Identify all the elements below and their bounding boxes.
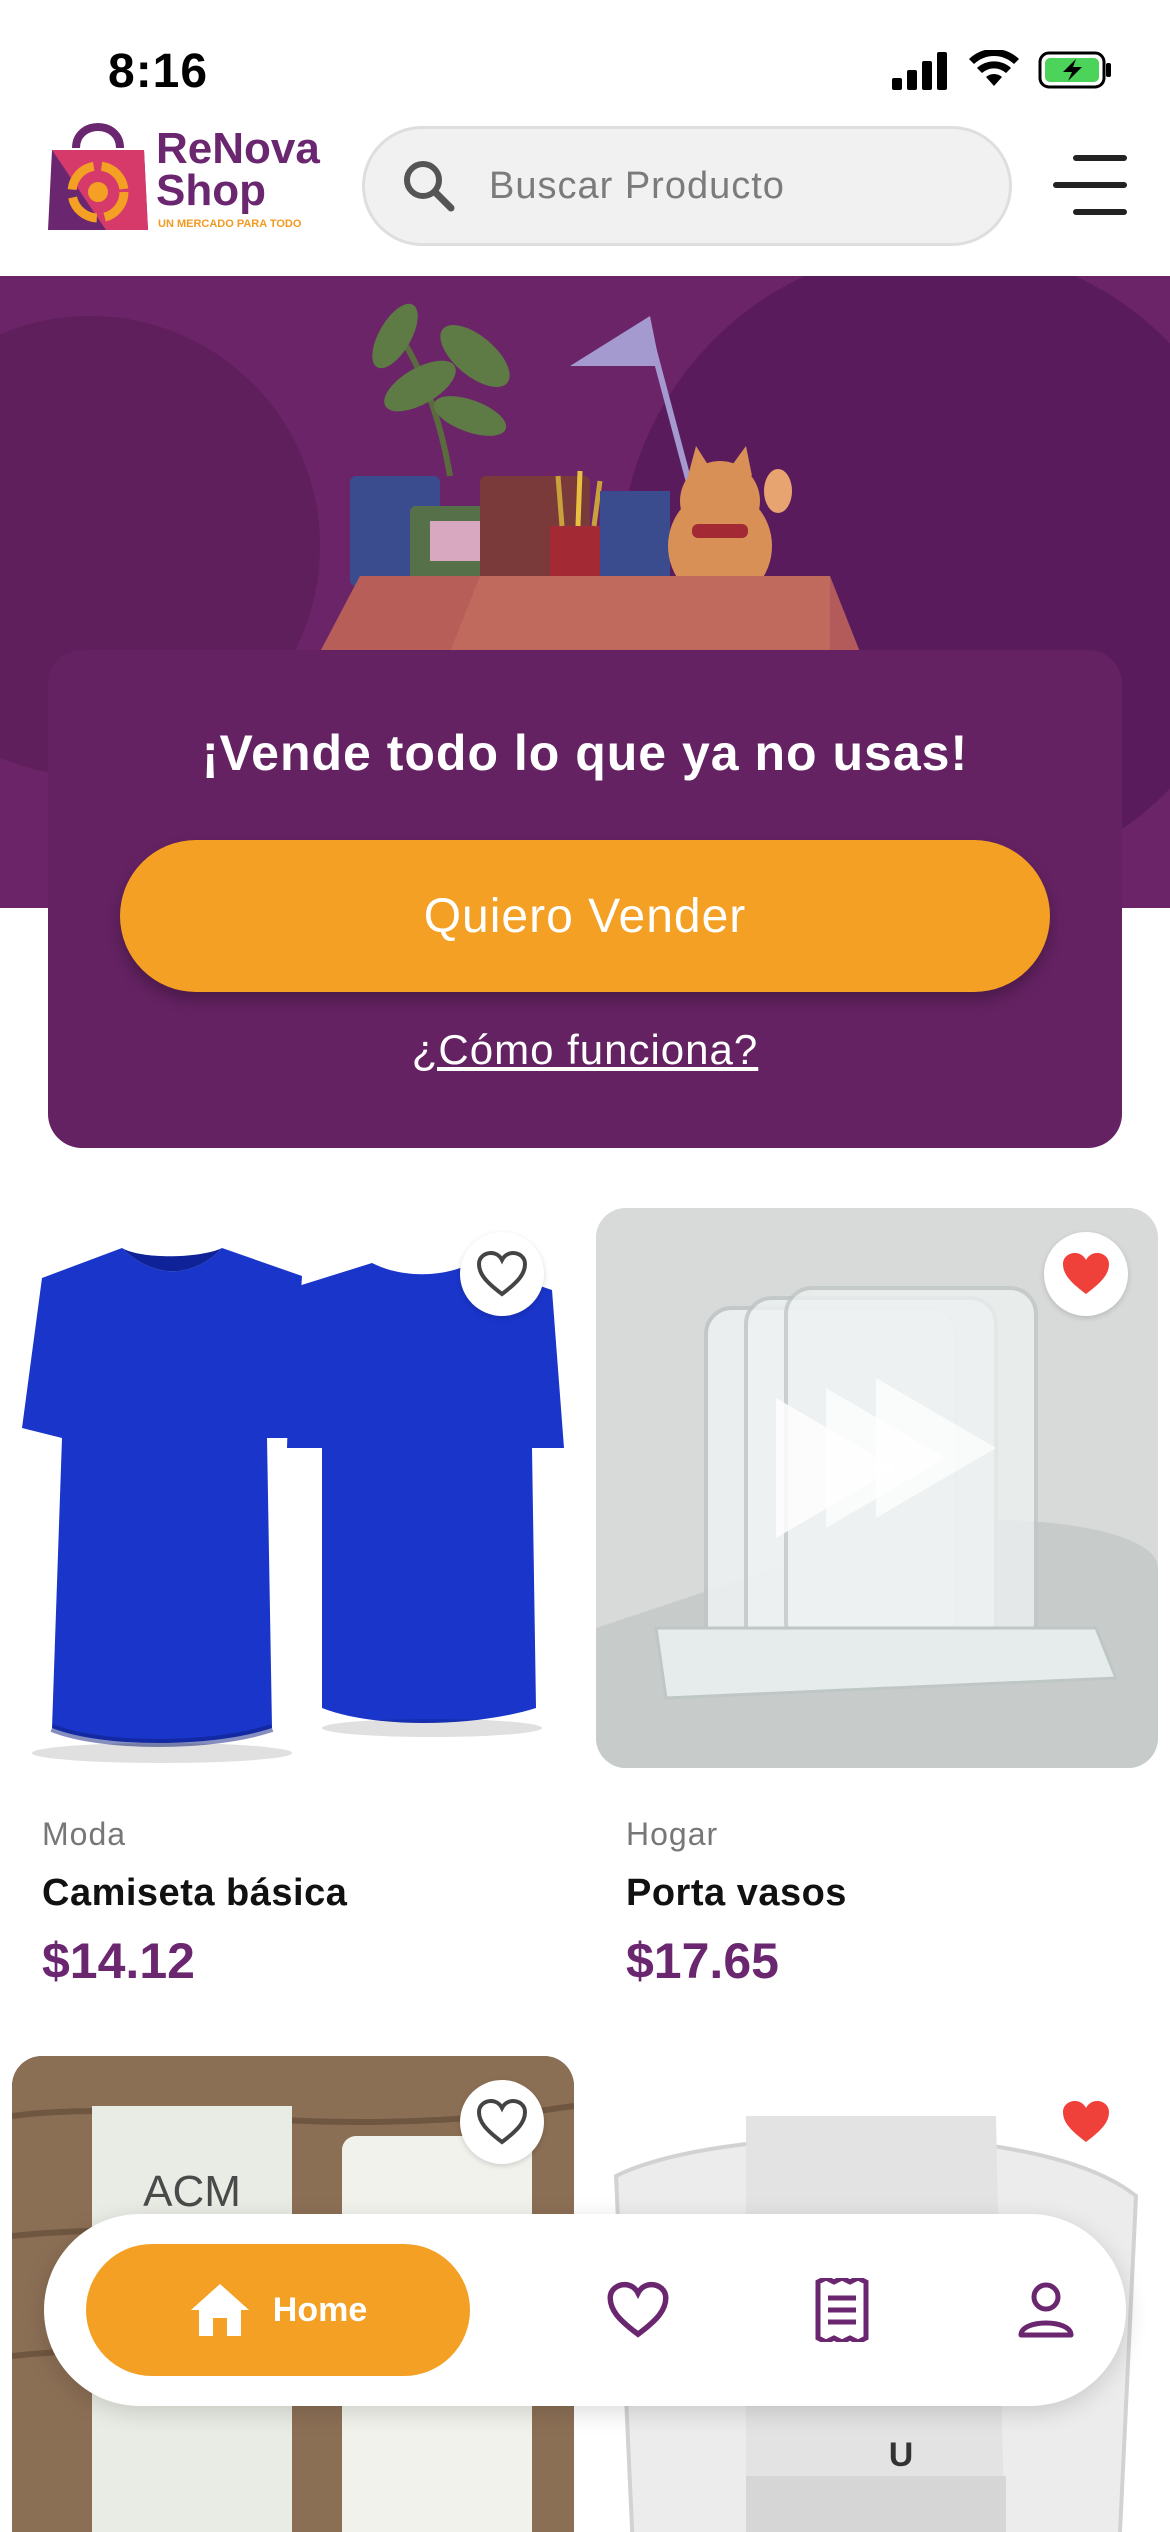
status-bar: 8:16 <box>0 0 1170 120</box>
nav-orders-button[interactable] <box>800 2268 884 2352</box>
sell-promo-card: ¡Vende todo lo que ya no usas! Quiero Ve… <box>48 650 1122 1148</box>
svg-text:ACM: ACM <box>143 2167 241 2216</box>
nav-profile-button[interactable] <box>1004 2268 1088 2352</box>
heart-filled-icon <box>1063 1253 1109 1294</box>
search-bar[interactable] <box>362 126 1012 246</box>
logo-line-2: Shop <box>156 166 266 215</box>
hamburger-menu-icon[interactable] <box>1052 150 1128 220</box>
heart-outline-icon <box>607 2281 669 2338</box>
cellular-signal-icon <box>892 52 947 90</box>
status-icons <box>892 50 1114 90</box>
logo-line-1: ReNova <box>156 124 320 173</box>
nav-home-button[interactable]: Home <box>86 2244 470 2376</box>
moving-box-illustration <box>320 303 860 652</box>
logo-tagline: UN MERCADO PARA TODO <box>158 218 302 230</box>
app-header: ReNova Shop UN MERCADO PARA TODO <box>0 110 1170 276</box>
logo-wordmark: ReNova Shop <box>156 124 320 215</box>
nav-home-label: Home <box>272 2290 368 2329</box>
home-icon <box>190 2284 249 2336</box>
svg-text:U: U <box>889 2436 914 2474</box>
heart-outline-icon <box>476 1250 528 1297</box>
favorite-button[interactable] <box>460 1232 544 1316</box>
bottom-navigation: Home <box>44 2214 1126 2406</box>
product-price: $14.12 <box>42 1933 195 1989</box>
product-card[interactable]: Hogar Porta vasos $17.65 <box>596 1208 1158 2008</box>
search-input[interactable] <box>489 164 969 208</box>
product-category: Hogar <box>626 1816 719 1852</box>
product-price: $17.65 <box>626 1933 779 1989</box>
heart-outline-icon <box>476 2098 528 2145</box>
receipt-icon <box>815 2278 869 2342</box>
product-category: Moda <box>42 1816 127 1852</box>
como-funciona-link[interactable]: ¿Cómo funciona? <box>48 1026 1122 1074</box>
status-time: 8:16 <box>108 45 209 98</box>
product-card[interactable]: Moda Camiseta básica $14.12 <box>12 1208 574 2008</box>
favorite-button[interactable] <box>1044 2080 1128 2164</box>
wifi-icon <box>969 50 1019 86</box>
product-name: Porta vasos <box>626 1872 847 1914</box>
product-name: Camiseta básica <box>42 1872 348 1914</box>
favorite-button[interactable] <box>1044 1232 1128 1316</box>
promo-title: ¡Vende todo lo que ya no usas! <box>201 725 969 781</box>
quiero-vender-button[interactable]: Quiero Vender <box>120 840 1050 992</box>
battery-charging-icon <box>1038 51 1111 89</box>
heart-filled-icon <box>1063 2101 1109 2142</box>
favorite-button[interactable] <box>460 2080 544 2164</box>
renova-shop-logo[interactable]: ReNova Shop UN MERCADO PARA TODO <box>46 110 346 240</box>
user-profile-icon <box>1018 2282 1074 2338</box>
search-icon <box>404 161 455 212</box>
nav-favorites-button[interactable] <box>596 2268 680 2352</box>
shopping-bag-logo-icon <box>48 123 148 230</box>
